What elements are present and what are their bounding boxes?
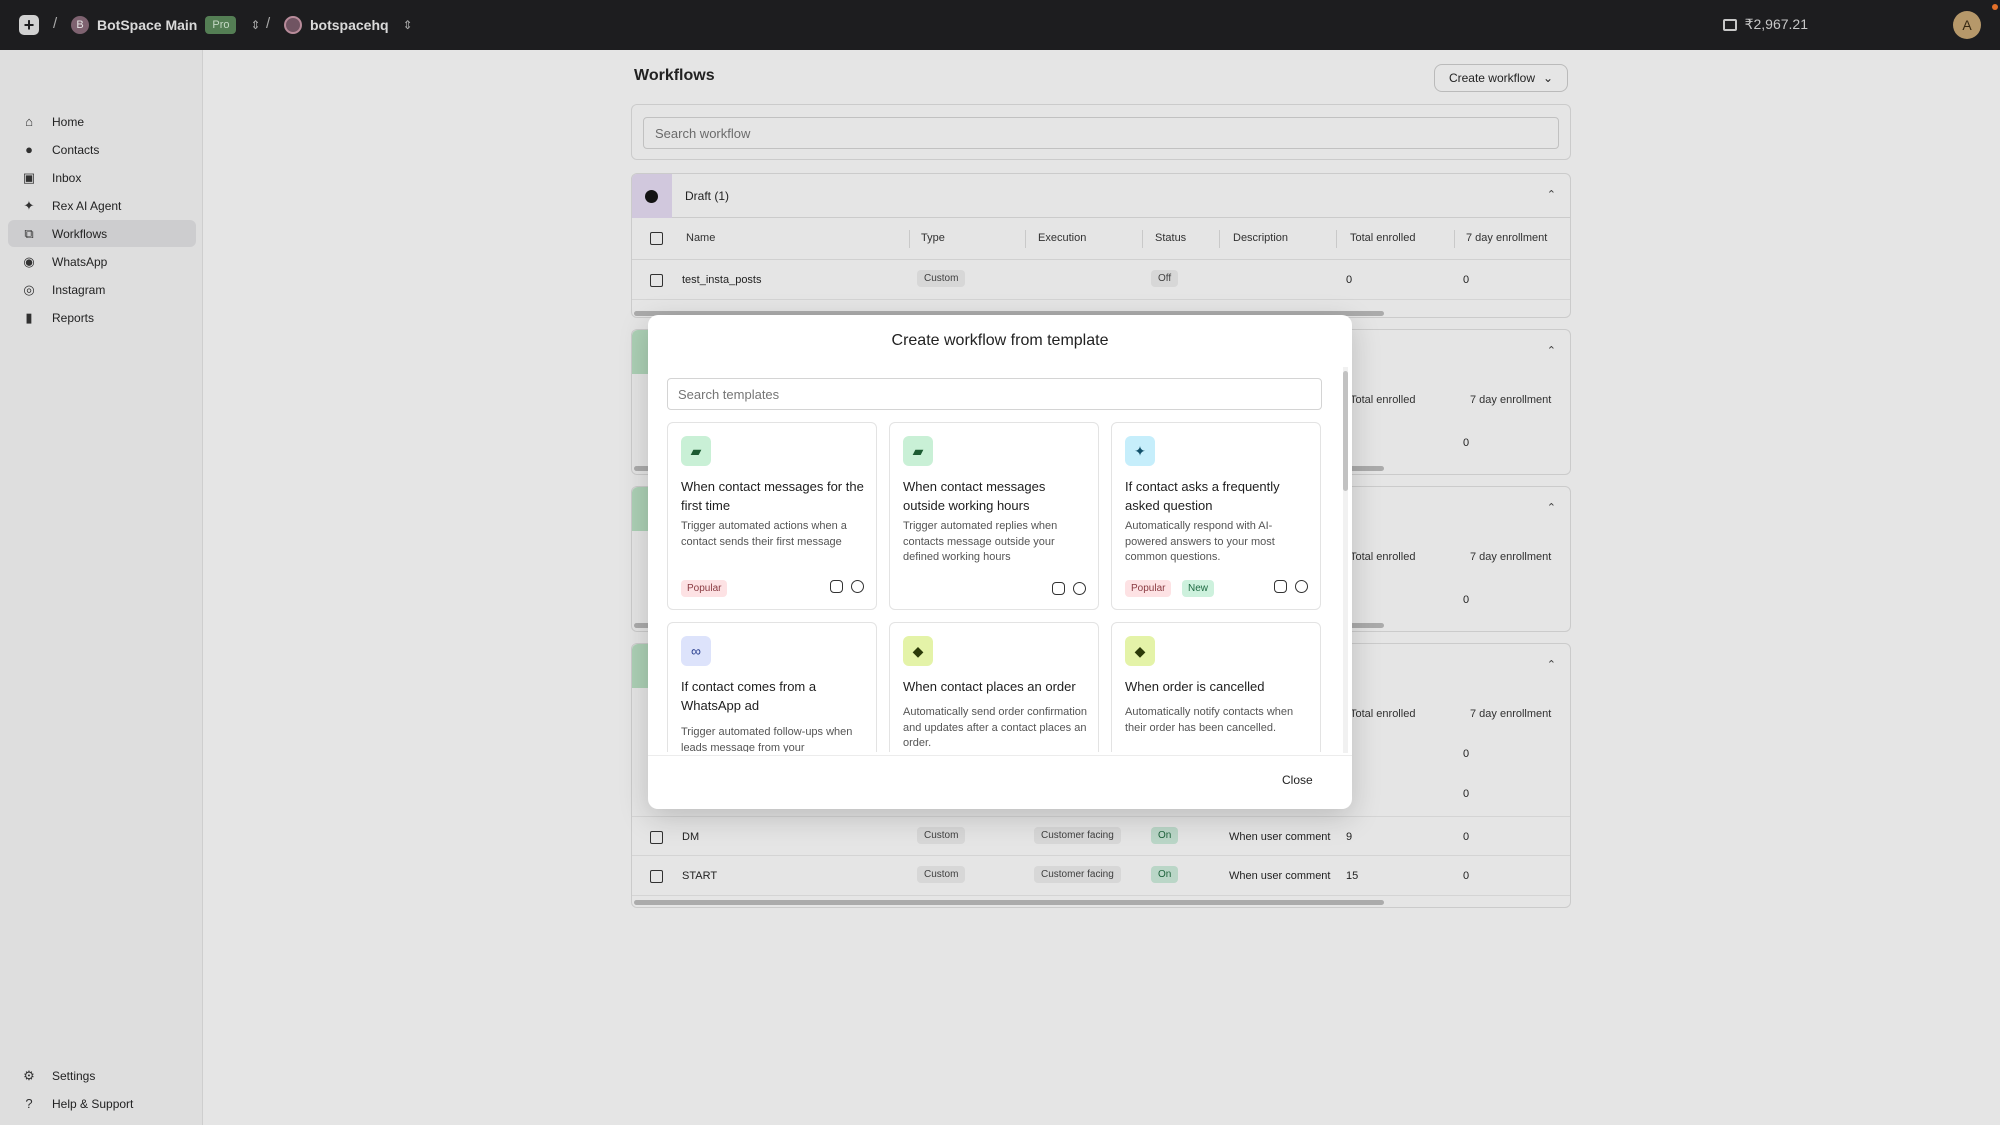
instagram-icon	[1274, 580, 1287, 593]
template-title: If contact comes from a WhatsApp ad	[681, 679, 817, 713]
popular-badge: Popular	[1125, 580, 1172, 597]
template-card-outside-hours[interactable]: ▰ When contact messages outside working …	[889, 422, 1099, 610]
shopify-icon: ◆	[903, 636, 933, 666]
template-card-whatsapp-ad[interactable]: ∞ If contact comes from a WhatsApp ad Tr…	[667, 622, 877, 752]
template-grid: ▰ When contact messages for the first ti…	[667, 422, 1327, 752]
template-title: When order is cancelled	[1125, 679, 1265, 694]
template-modal: Create workflow from template ▰ When con…	[648, 315, 1352, 809]
template-title: When contact messages outside working ho…	[903, 479, 1046, 513]
template-title: When contact places an order	[903, 679, 1076, 694]
template-description: Trigger automated actions when a contact…	[681, 520, 847, 548]
close-button[interactable]: Close	[1282, 773, 1313, 787]
template-title: If contact asks a frequently asked quest…	[1125, 479, 1280, 513]
template-description: Automatically respond with AI-powered an…	[1125, 520, 1275, 563]
popular-badge: Popular	[681, 580, 728, 597]
template-description: Automatically notify contacts when their…	[1125, 706, 1294, 734]
meta-icon: ∞	[681, 636, 711, 666]
shopify-icon: ◆	[1125, 636, 1155, 666]
modal-title: Create workflow from template	[891, 332, 1109, 349]
whatsapp-icon	[1295, 580, 1308, 593]
template-title: When contact messages for the first time	[681, 479, 864, 513]
modal-divider	[648, 755, 1352, 756]
sparkle-icon: ✦	[1125, 436, 1155, 466]
instagram-icon	[830, 580, 843, 593]
new-badge: New	[1182, 580, 1215, 597]
template-card-faq[interactable]: ✦ If contact asks a frequently asked que…	[1111, 422, 1321, 610]
chat-icon: ▰	[681, 436, 711, 466]
template-card-order-cancelled[interactable]: ◆ When order is cancelled Automatically …	[1111, 622, 1321, 752]
template-card-order-placed[interactable]: ◆ When contact places an order Automatic…	[889, 622, 1099, 752]
template-card-first-message[interactable]: ▰ When contact messages for the first ti…	[667, 422, 877, 610]
instagram-icon	[1052, 582, 1065, 595]
template-description: Automatically send order confirmation an…	[903, 706, 1088, 749]
search-templates-input[interactable]	[667, 378, 1322, 410]
template-description: Trigger automated replies when contacts …	[903, 520, 1058, 563]
whatsapp-icon	[851, 580, 864, 593]
template-description: Trigger automated follow-ups when leads …	[681, 726, 853, 752]
whatsapp-icon	[1073, 582, 1086, 595]
chat-icon: ▰	[903, 436, 933, 466]
modal-scrollbar[interactable]	[1343, 371, 1348, 491]
